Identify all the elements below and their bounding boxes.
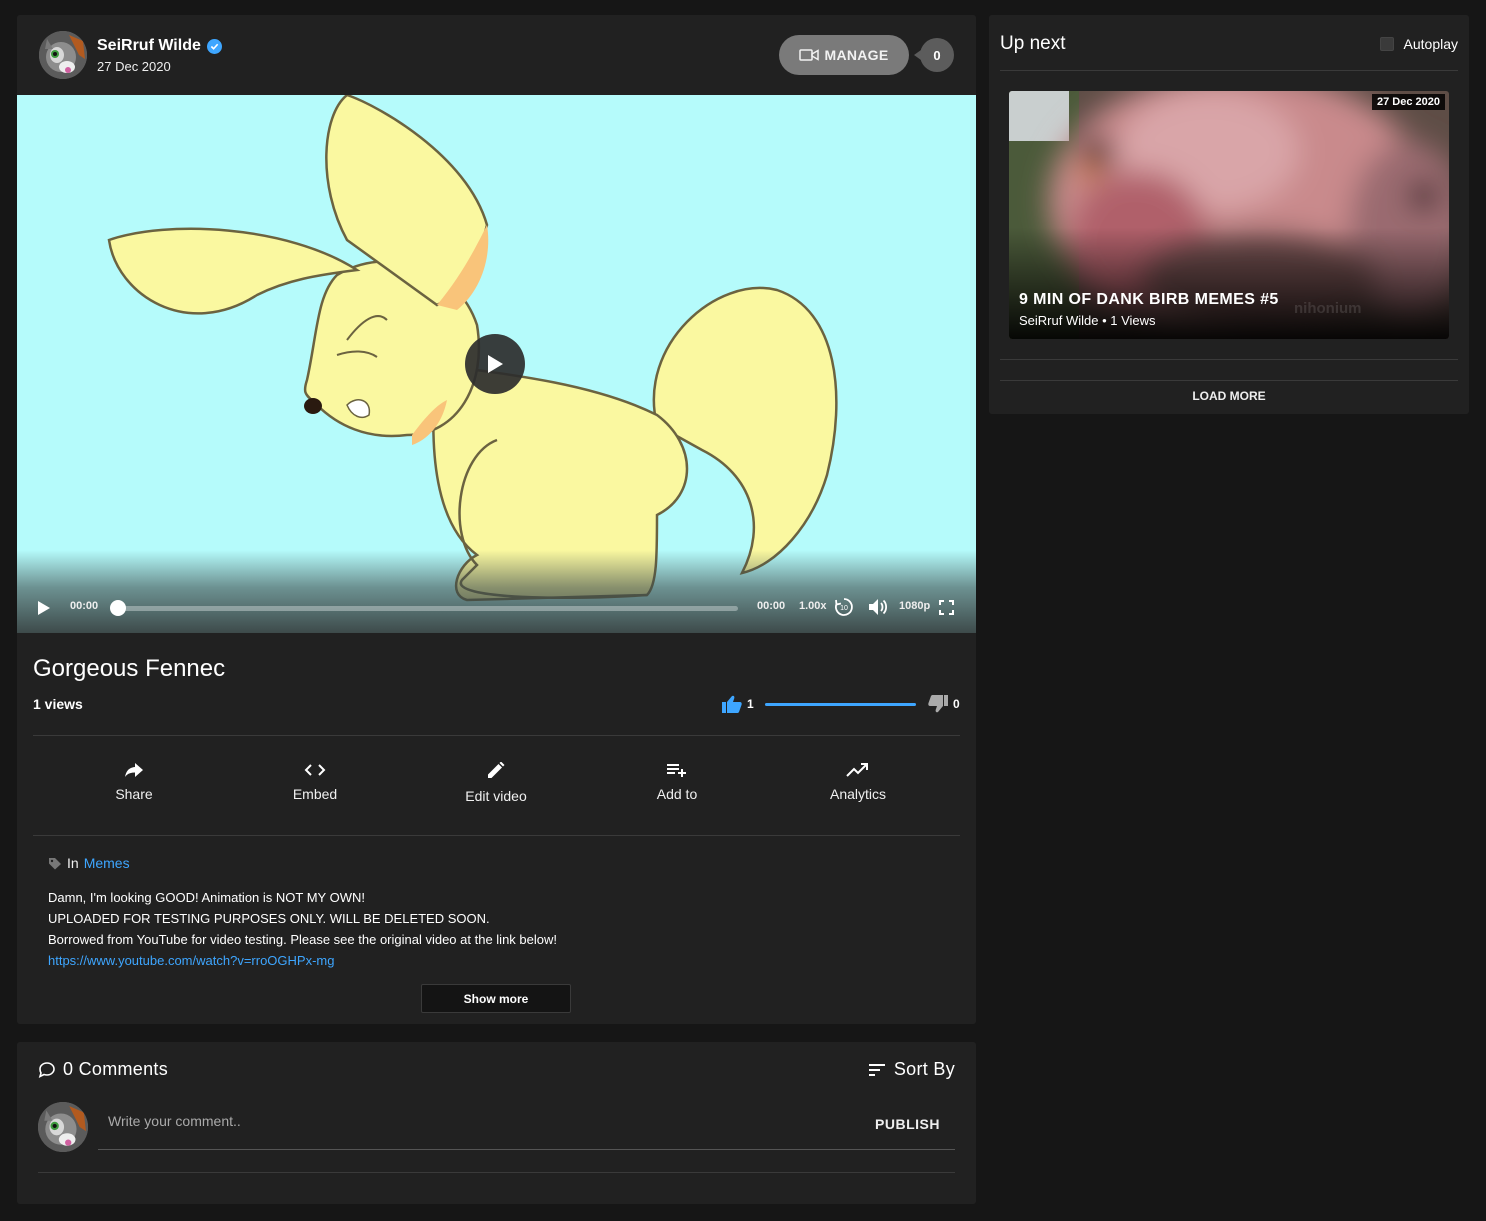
comments-header: 0 Comments: [38, 1059, 168, 1080]
show-more-button[interactable]: Show more: [421, 984, 571, 1013]
dislike-button[interactable]: 0: [928, 695, 960, 713]
playlist-add-icon: [667, 764, 686, 777]
up-next-title: Up next: [1000, 33, 1066, 54]
duration-time: 00:00: [757, 600, 786, 612]
description-link[interactable]: https://www.youtube.com/watch?v=rroOGHPx…: [48, 953, 334, 968]
embed-label: Embed: [292, 786, 338, 802]
play-pause-icon[interactable]: [37, 600, 51, 616]
rewind-10-icon: 10: [835, 598, 853, 616]
like-ratio-bar: [765, 703, 916, 706]
add-to-button[interactable]: Add to: [617, 762, 737, 802]
video-player[interactable]: 00:00 00:00 1.00x 10 1080p: [17, 95, 976, 633]
sort-label: Sort By: [893, 1059, 955, 1079]
big-play-button[interactable]: [465, 334, 525, 394]
category-line: In Memes: [48, 855, 130, 871]
progress-handle[interactable]: [110, 600, 126, 616]
comment-count: 0 Comments: [63, 1059, 169, 1079]
playback-speed[interactable]: 1.00x: [799, 600, 827, 612]
up-next-divider-2: [1000, 359, 1458, 360]
embed-button[interactable]: Embed: [255, 762, 375, 802]
description-line: Damn, I'm looking GOOD! Animation is NOT…: [48, 890, 365, 905]
video-header: SeiRruf Wilde 27 Dec 2020 MANAGE 0: [17, 15, 976, 95]
autoplay-checkbox[interactable]: [1379, 37, 1394, 51]
sort-by-button[interactable]: Sort By: [868, 1059, 955, 1080]
comment-input[interactable]: [108, 1113, 708, 1129]
like-count: 1: [747, 697, 754, 711]
subscriber-count-badge: 0: [914, 38, 954, 72]
analytics-label: Analytics: [829, 786, 887, 802]
analytics-button[interactable]: Analytics: [798, 762, 918, 802]
pencil-icon: [488, 762, 505, 778]
verified-icon: [206, 38, 222, 54]
description-line: UPLOADED FOR TESTING PURPOSES ONLY. WILL…: [48, 911, 490, 926]
user-avatar: [38, 1102, 88, 1152]
volume-icon[interactable]: [868, 598, 888, 616]
publish-button[interactable]: PUBLISH: [875, 1116, 940, 1132]
current-time: 00:00: [70, 600, 99, 612]
channel-name-text[interactable]: SeiRruf Wilde: [97, 37, 201, 55]
category-prefix: In: [67, 855, 79, 871]
rewind-button[interactable]: 10: [834, 597, 854, 617]
up-next-divider: [1000, 70, 1458, 71]
share-button[interactable]: Share: [74, 762, 194, 802]
sort-icon: [868, 1063, 885, 1076]
up-next-divider-3: [1000, 380, 1458, 381]
up-next-video-meta: SeiRruf Wilde • 1 Views: [1019, 313, 1156, 328]
autoplay-toggle[interactable]: Autoplay: [1379, 36, 1458, 52]
share-icon: [125, 763, 143, 777]
comments-card: 0 Comments Sort By PUBLISH: [17, 1042, 976, 1204]
autoplay-label: Autoplay: [1403, 36, 1458, 52]
code-icon: [304, 764, 326, 776]
up-next-panel: Up next Autoplay 27 Dec 2020 nihonium 9 …: [989, 15, 1469, 414]
up-next-video-title[interactable]: 9 MIN OF DANK BIRB MEMES #5: [1019, 291, 1279, 309]
view-count: 1 views: [33, 696, 83, 712]
play-icon: [488, 355, 503, 373]
manage-label: MANAGE: [824, 47, 889, 63]
video-title: Gorgeous Fennec: [33, 655, 226, 682]
controls-gradient: [17, 550, 976, 633]
thumbnail-date: 27 Dec 2020: [1372, 94, 1445, 110]
comments-divider: [38, 1172, 955, 1173]
divider-bottom: [33, 835, 960, 836]
share-label: Share: [115, 786, 153, 802]
category-link[interactable]: Memes: [84, 855, 130, 871]
channel-name[interactable]: SeiRruf Wilde: [97, 37, 222, 55]
thumbnail-watermark: nihonium: [1294, 300, 1362, 317]
video-card: SeiRruf Wilde 27 Dec 2020 MANAGE 0 00:00…: [17, 15, 976, 1024]
thumbs-up-icon: [722, 695, 742, 713]
video-description: Damn, I'm looking GOOD! Animation is NOT…: [48, 887, 557, 971]
edit-video-label: Edit video: [465, 788, 527, 804]
manage-button[interactable]: MANAGE: [779, 35, 909, 75]
comment-icon: [38, 1061, 55, 1078]
load-more-button[interactable]: LOAD MORE: [989, 389, 1469, 403]
progress-bar[interactable]: [117, 606, 738, 611]
description-line: Borrowed from YouTube for video testing.…: [48, 932, 557, 947]
video-camera-icon: [799, 49, 820, 61]
like-button[interactable]: 1: [722, 695, 754, 713]
rewind-seconds: 10: [840, 605, 848, 612]
avatar-image: [38, 1102, 88, 1152]
fullscreen-icon[interactable]: [939, 600, 954, 615]
upload-date: 27 Dec 2020: [97, 59, 171, 74]
dislike-count: 0: [953, 697, 960, 711]
up-next-video[interactable]: 27 Dec 2020 nihonium 9 MIN OF DANK BIRB …: [1009, 91, 1449, 339]
add-to-label: Add to: [656, 786, 698, 802]
channel-avatar[interactable]: [39, 31, 87, 79]
tag-icon: [49, 857, 61, 869]
quality-selector[interactable]: 1080p: [899, 600, 930, 612]
subscriber-count: 0: [933, 47, 941, 63]
trending-up-icon: [846, 763, 868, 777]
avatar-image: [39, 31, 87, 79]
thumbs-down-icon: [928, 695, 948, 713]
comment-box: PUBLISH: [98, 1092, 955, 1150]
divider-top: [33, 735, 960, 736]
edit-video-button[interactable]: Edit video: [436, 762, 556, 804]
